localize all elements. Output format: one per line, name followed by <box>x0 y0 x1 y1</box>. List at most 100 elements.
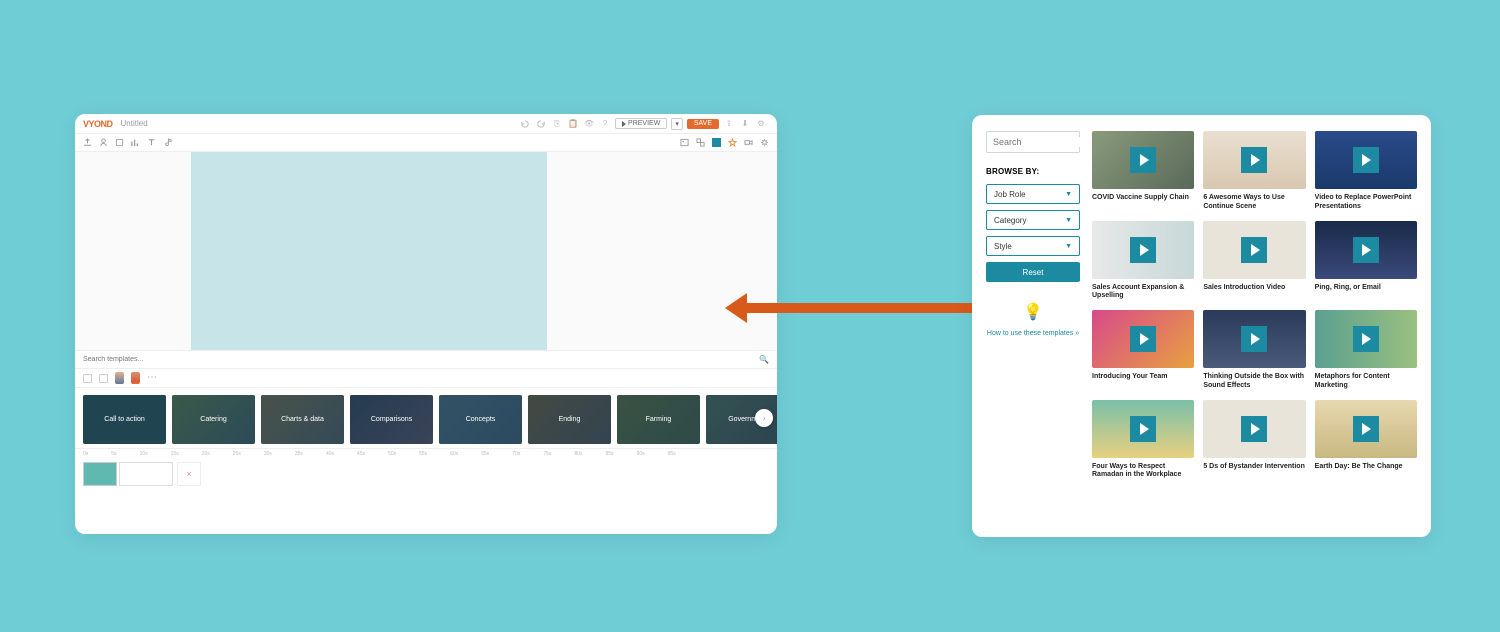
preview-dropdown[interactable]: ▾ <box>671 118 683 130</box>
video-card[interactable]: Sales Account Expansion & Upselling <box>1092 221 1194 302</box>
job-role-dropdown[interactable]: Job Role▼ <box>986 184 1080 204</box>
video-card[interactable]: 5 Ds of Bystander Intervention <box>1203 400 1305 481</box>
video-card[interactable]: Earth Day: Be The Change <box>1315 400 1417 481</box>
search-icon[interactable]: 🔍 <box>759 355 769 364</box>
play-icon <box>1241 237 1267 263</box>
background-icon[interactable] <box>712 138 721 147</box>
library-grid: COVID Vaccine Supply Chain 6 Awesome Way… <box>1092 131 1417 480</box>
text-icon[interactable] <box>147 138 156 147</box>
video-thumbnail <box>1203 310 1305 368</box>
editor-panel: VYOND Untitled ⎘ 📋 👁 ? PREVIEW ▾ SAVE ⇪ … <box>75 114 777 534</box>
template-card[interactable]: Farming <box>617 395 700 444</box>
template-search-row: 🔍 <box>75 350 777 369</box>
template-label: Charts & data <box>281 416 324 423</box>
template-card[interactable]: Government <box>706 395 777 444</box>
filter-folder-icon[interactable] <box>83 374 92 383</box>
video-thumbnail <box>1315 131 1417 189</box>
play-icon <box>1241 326 1267 352</box>
audio-icon[interactable] <box>163 138 172 147</box>
download-icon[interactable]: ⬇ <box>740 119 750 129</box>
scene-canvas[interactable] <box>191 152 547 350</box>
chevron-down-icon: ▼ <box>1065 217 1072 224</box>
character-icon[interactable] <box>99 138 108 147</box>
video-card[interactable]: Video to Replace PowerPoint Presentation… <box>1315 131 1417 212</box>
template-card[interactable]: Catering <box>172 395 255 444</box>
video-title: COVID Vaccine Supply Chain <box>1092 194 1194 210</box>
editor-toolbar <box>75 134 777 152</box>
help-icon[interactable]: ? <box>600 119 610 129</box>
play-icon <box>1130 326 1156 352</box>
video-card[interactable]: Ping, Ring, or Email <box>1315 221 1417 302</box>
video-thumbnail <box>1092 131 1194 189</box>
timeline-ruler: 0s5s10s15s20s25s30s35s40s45s50s55s60s65s… <box>75 448 777 458</box>
video-card[interactable]: COVID Vaccine Supply Chain <box>1092 131 1194 212</box>
library-sidebar: 🔍 BROWSE BY: Job Role▼ Category▼ Style▼ … <box>986 131 1080 338</box>
video-card[interactable]: Thinking Outside the Box with Sound Effe… <box>1203 310 1305 391</box>
project-title[interactable]: Untitled <box>121 119 148 128</box>
template-card[interactable]: Comparisons <box>350 395 433 444</box>
chart-icon[interactable] <box>131 138 140 147</box>
video-title: Earth Day: Be The Change <box>1315 463 1417 479</box>
redo-icon[interactable] <box>536 119 546 129</box>
library-search[interactable]: 🔍 <box>986 131 1080 153</box>
preview-button[interactable]: PREVIEW <box>615 118 667 129</box>
style-dropdown[interactable]: Style▼ <box>986 236 1080 256</box>
video-thumbnail <box>1092 310 1194 368</box>
filter-scene-icon[interactable] <box>99 374 108 383</box>
paste-icon[interactable]: 📋 <box>568 119 578 129</box>
editor-topbar: VYOND Untitled ⎘ 📋 👁 ? PREVIEW ▾ SAVE ⇪ … <box>75 114 777 134</box>
swap-icon[interactable] <box>696 138 705 147</box>
template-label: Government <box>728 416 767 423</box>
lightbulb-icon: 💡 <box>1023 300 1043 324</box>
settings-icon[interactable]: ⚙ <box>756 119 766 129</box>
video-thumbnail <box>1092 400 1194 458</box>
play-icon <box>1130 416 1156 442</box>
play-icon <box>1353 326 1379 352</box>
undo-icon[interactable] <box>520 119 530 129</box>
chevron-down-icon: ▼ <box>1065 191 1072 198</box>
image-icon[interactable] <box>680 138 689 147</box>
video-title: Sales Account Expansion & Upselling <box>1092 284 1194 302</box>
video-card[interactable]: 6 Awesome Ways to Use Continue Scene <box>1203 131 1305 212</box>
eye-icon[interactable]: 👁 <box>584 119 594 129</box>
timeline-blank[interactable] <box>119 462 173 486</box>
template-card[interactable]: Ending <box>528 395 611 444</box>
video-title: Sales Introduction Video <box>1203 284 1305 300</box>
video-thumbnail <box>1315 221 1417 279</box>
character-filter-2[interactable] <box>131 372 140 384</box>
timeline-delete-button[interactable]: × <box>177 462 201 486</box>
template-label: Call to action <box>104 416 144 423</box>
more-filters-icon[interactable]: ⋯ <box>147 376 157 380</box>
template-card[interactable]: Charts & data <box>261 395 344 444</box>
template-search-input[interactable] <box>83 356 759 363</box>
gear-icon[interactable] <box>760 138 769 147</box>
upload-icon[interactable] <box>83 138 92 147</box>
share-icon[interactable]: ⇪ <box>724 119 734 129</box>
video-card[interactable]: Four Ways to Respect Ramadan in the Work… <box>1092 400 1194 481</box>
effect-icon[interactable] <box>728 138 737 147</box>
copy-icon[interactable]: ⎘ <box>552 119 562 129</box>
video-thumbnail <box>1203 400 1305 458</box>
template-card[interactable]: Call to action <box>83 395 166 444</box>
canvas-area <box>75 152 777 350</box>
video-card[interactable]: Metaphors for Content Marketing <box>1315 310 1417 391</box>
template-strip: Call to action Catering Charts & data Co… <box>75 388 777 448</box>
template-card[interactable]: Concepts <box>439 395 522 444</box>
character-filter-1[interactable] <box>115 372 124 384</box>
template-label: Comparisons <box>371 416 412 423</box>
reset-button[interactable]: Reset <box>986 262 1080 282</box>
video-card[interactable]: Sales Introduction Video <box>1203 221 1305 302</box>
video-title: Video to Replace PowerPoint Presentation… <box>1315 194 1417 212</box>
video-thumbnail <box>1315 400 1417 458</box>
timeline-scene[interactable] <box>83 462 117 486</box>
howto-link[interactable]: How to use these templates » <box>986 329 1080 338</box>
camera-icon[interactable] <box>744 138 753 147</box>
template-label: Catering <box>200 416 226 423</box>
timeline[interactable]: × <box>75 458 777 504</box>
template-label: Concepts <box>466 416 496 423</box>
template-label: Ending <box>559 416 581 423</box>
prop-icon[interactable] <box>115 138 124 147</box>
video-card[interactable]: Introducing Your Team <box>1092 310 1194 391</box>
category-dropdown[interactable]: Category▼ <box>986 210 1080 230</box>
save-button[interactable]: SAVE <box>687 119 719 129</box>
